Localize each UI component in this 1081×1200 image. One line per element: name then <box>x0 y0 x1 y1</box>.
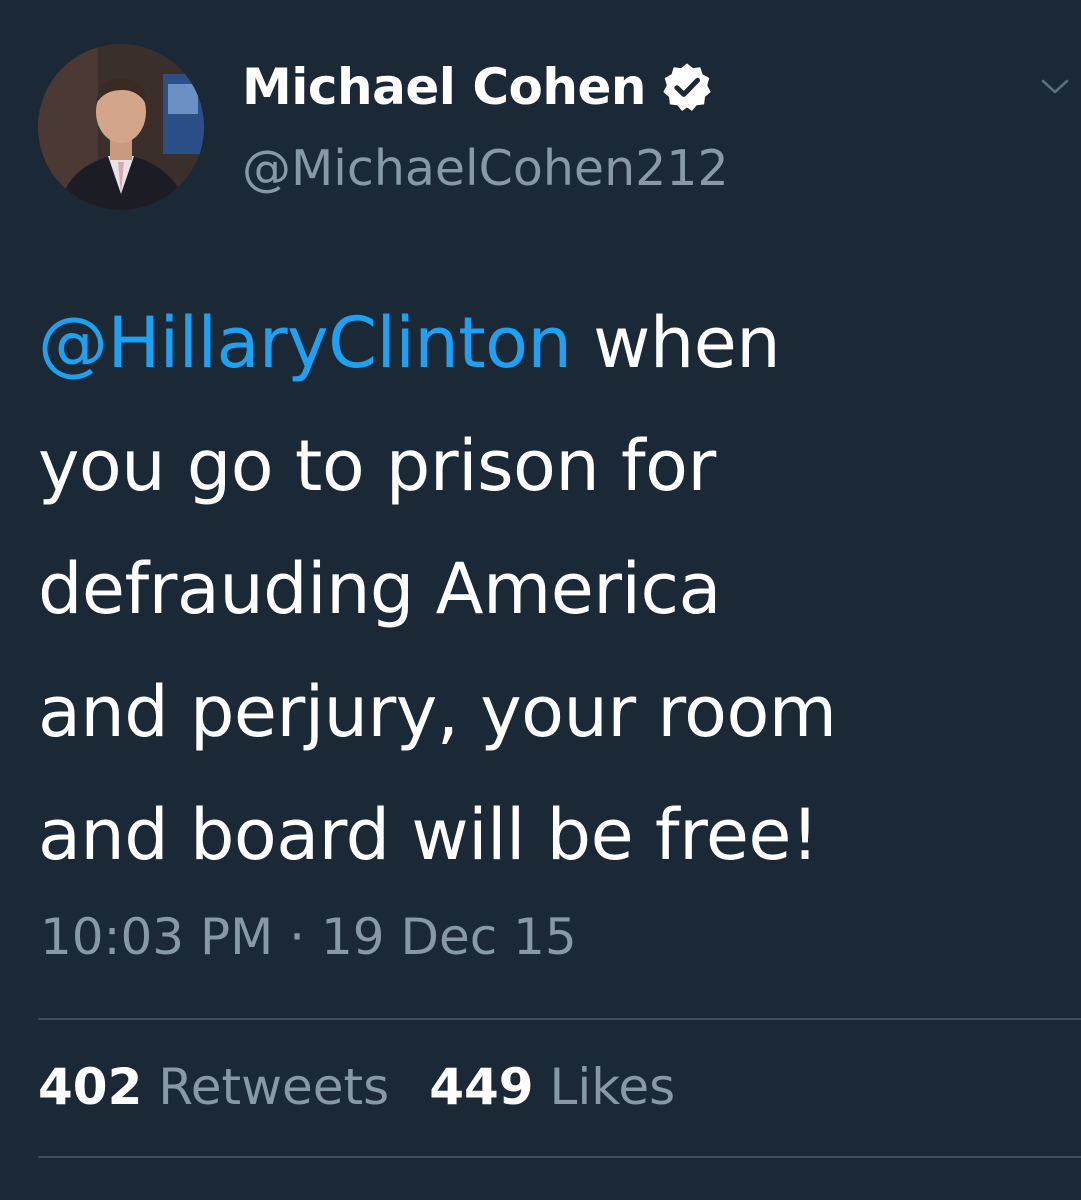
tweet-card: Michael Cohen @MichaelCohen212 @HillaryC… <box>0 0 1081 1200</box>
tweet-text-line: you go to prison for <box>38 425 716 507</box>
retweets-count: 402 <box>38 1058 143 1116</box>
avatar[interactable] <box>38 44 204 210</box>
tweet-timestamp[interactable]: 10:03 PM · 19 Dec 15 <box>40 908 577 966</box>
tweet-text-line: and board will be free! <box>38 794 819 876</box>
tweet-text: @HillaryClinton when you go to prison fo… <box>38 282 1058 897</box>
author-display-name[interactable]: Michael Cohen <box>242 58 646 116</box>
retweets-stat[interactable]: 402 Retweets <box>38 1058 389 1116</box>
likes-count: 449 <box>429 1058 534 1116</box>
divider <box>38 1018 1081 1020</box>
author-name-row: Michael Cohen <box>242 52 714 122</box>
divider <box>38 1156 1081 1158</box>
tweet-text-segment: when <box>571 302 781 384</box>
tweet-text-line: defrauding America <box>38 548 721 630</box>
tweet-stats: 402 Retweets 449 Likes <box>38 1058 675 1116</box>
verified-badge-icon <box>660 60 714 114</box>
avatar-image <box>38 44 204 210</box>
mention-link[interactable]: @HillaryClinton <box>38 302 572 384</box>
author-handle[interactable]: @MichaelCohen212 <box>242 140 729 197</box>
tweet-text-line: @HillaryClinton when <box>38 282 1058 405</box>
tweet-text-line: and perjury, your room <box>38 671 837 753</box>
likes-stat[interactable]: 449 Likes <box>429 1058 675 1116</box>
retweets-label: Retweets <box>158 1058 390 1116</box>
chevron-down-icon[interactable] <box>1040 74 1070 98</box>
likes-label: Likes <box>549 1058 676 1116</box>
